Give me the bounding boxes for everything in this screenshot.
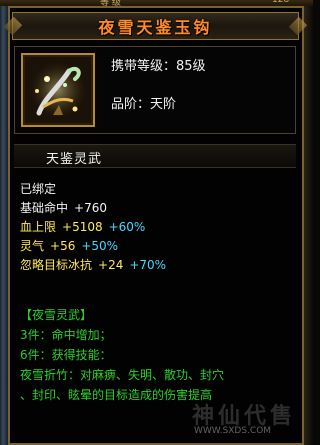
carry-level-label: 携带等级： xyxy=(111,59,177,74)
carry-level: 携带等级：85级 xyxy=(111,55,206,74)
stat-row-ice-resist: 忽略目标冰抗 +24 +70% xyxy=(20,256,166,273)
item-info-box: 携带等级：85级 品阶：天阶 xyxy=(14,46,296,134)
section-header: 天鉴灵武 xyxy=(14,144,296,168)
set-line: 3件：命中增加； xyxy=(20,328,112,342)
stat-label: 血上限 xyxy=(20,220,57,234)
jade-hook-weapon-icon xyxy=(25,57,91,123)
stat-row-spirit: 灵气 +56 +50% xyxy=(20,237,118,254)
stat-base: +760 xyxy=(74,201,107,215)
stat-row-hit: 基础命中 +760 xyxy=(20,199,107,216)
stat-base: +24 xyxy=(98,258,124,272)
grade-value: 天阶 xyxy=(150,97,177,112)
item-grade: 品阶：天阶 xyxy=(111,93,176,112)
background-right-strip xyxy=(304,6,313,445)
stat-label: 灵气 xyxy=(20,239,45,253)
stat-row-hp: 血上限 +5108 +60% xyxy=(20,218,145,235)
section-title: 天鉴灵武 xyxy=(46,152,103,167)
stat-label: 忽略目标冰抗 xyxy=(20,258,93,272)
top-strip-right-label: 128 xyxy=(272,0,290,5)
stat-base: +5108 xyxy=(62,220,103,234)
item-title-banner: 夜雪天鉴玉钩 xyxy=(12,12,299,40)
watermark: 神仙代售 WWW.SXDS.COM xyxy=(148,398,308,442)
bound-status: 已绑定 xyxy=(20,182,57,196)
stat-label: 基础命中 xyxy=(20,201,69,215)
carry-level-value: 85级 xyxy=(176,59,206,74)
item-icon-frame[interactable] xyxy=(21,53,95,127)
grade-label: 品阶： xyxy=(111,97,151,112)
set-line: 6件：获得技能： xyxy=(20,348,112,362)
stat-extra: +60% xyxy=(108,220,146,234)
watermark-url: WWW.SXDS.COM xyxy=(194,426,272,436)
set-title: 【夜雪灵武】 xyxy=(20,308,93,322)
set-line: 夜雪折竹：对麻痹、失明、散功、封穴 xyxy=(20,368,225,382)
stat-extra: +50% xyxy=(81,239,119,253)
background-left-strip xyxy=(0,6,8,445)
stat-base: +56 xyxy=(50,239,76,253)
item-name: 夜雪天鉴玉钩 xyxy=(98,18,213,37)
stat-extra: +70% xyxy=(129,258,167,272)
